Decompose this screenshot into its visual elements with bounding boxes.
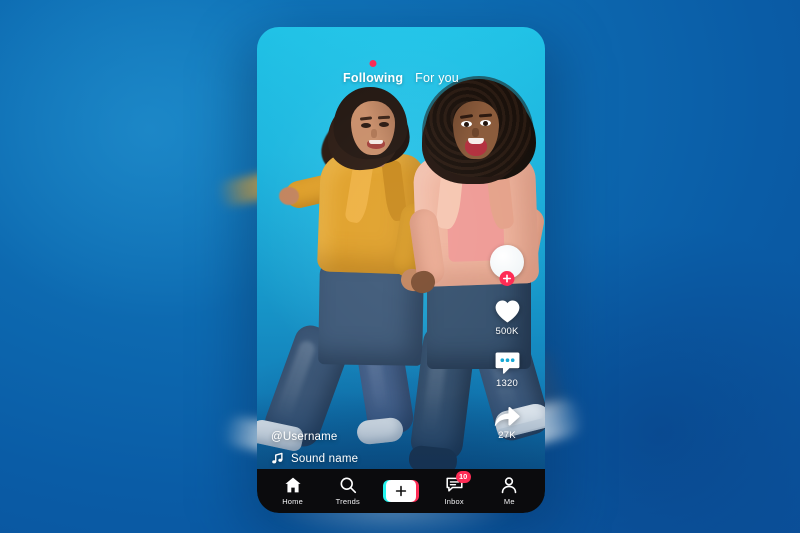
feed-tabs: Following For you (257, 60, 545, 85)
plus-create-icon (395, 485, 407, 497)
music-note-icon (272, 452, 283, 464)
nav-label-home: Home (282, 497, 303, 506)
search-icon (340, 477, 356, 494)
person-icon (502, 477, 517, 494)
bottom-navigation: Home Trends 10 Inbox Me (257, 469, 545, 513)
nav-label-me: Me (503, 497, 515, 506)
nav-label-trends: Trends (335, 497, 360, 506)
create-video-button[interactable] (382, 480, 419, 502)
nav-label-inbox: Inbox (444, 497, 464, 506)
creator-avatar-button[interactable] (490, 245, 524, 286)
sound-name-label: Sound name (291, 452, 359, 465)
nav-item-home[interactable]: Home (273, 476, 313, 506)
follow-plus-icon[interactable] (499, 271, 515, 286)
like-button[interactable]: 500K (494, 299, 521, 337)
heart-icon (495, 300, 519, 323)
phone-screen: Following For you 500K 1320 27K @Usernam… (257, 27, 545, 513)
inbox-icon-wrapper: 10 (445, 471, 471, 494)
like-count: 500K (495, 326, 519, 337)
create-button-face (385, 480, 416, 502)
nav-item-me[interactable]: Me (489, 476, 529, 506)
comment-count: 1320 (496, 378, 518, 389)
comment-button[interactable]: 1320 (494, 351, 521, 389)
share-arrow-icon (494, 407, 520, 426)
phone-mockup: Following For you 500K 1320 27K @Usernam… (214, 27, 587, 533)
share-count: 27K (498, 430, 516, 441)
username-link[interactable]: @Username (271, 431, 358, 443)
video-caption: @Username Sound name (271, 431, 358, 465)
tab-following-label: Following (343, 71, 404, 85)
nav-item-trends[interactable]: Trends (328, 476, 368, 506)
share-button[interactable]: 27K (493, 403, 521, 441)
comment-icon (495, 352, 519, 374)
tab-for-you-label: For you (415, 71, 459, 85)
tab-for-you[interactable]: For you (415, 71, 459, 85)
sound-link[interactable]: Sound name (271, 452, 358, 465)
home-icon (285, 477, 301, 493)
new-activity-dot (369, 60, 377, 67)
nav-item-inbox[interactable]: 10 Inbox (434, 471, 474, 506)
inbox-unread-badge: 10 (455, 471, 471, 483)
avatar-wrapper (490, 245, 524, 286)
action-rail: 500K 1320 27K (483, 245, 531, 441)
tab-following[interactable]: Following (343, 60, 404, 85)
